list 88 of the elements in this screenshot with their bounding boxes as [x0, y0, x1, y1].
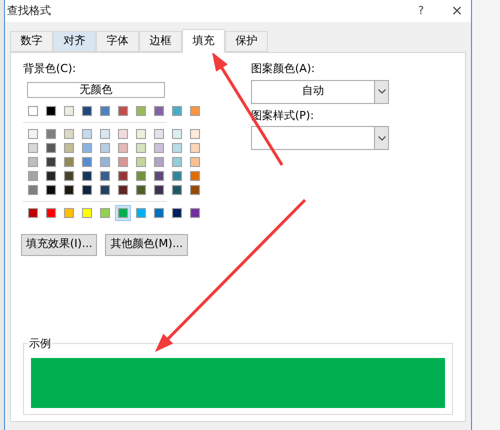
color-swatch[interactable]	[172, 142, 182, 152]
color-swatch[interactable]	[172, 128, 182, 138]
color-swatch[interactable]	[118, 128, 128, 138]
color-swatch[interactable]	[118, 142, 128, 152]
color-swatch[interactable]	[190, 184, 200, 194]
color-swatch[interactable]	[64, 128, 74, 138]
pattern-style-select[interactable]	[251, 126, 389, 150]
color-swatch[interactable]	[100, 184, 110, 194]
color-swatch[interactable]	[154, 128, 164, 138]
color-swatch[interactable]	[28, 208, 38, 218]
color-swatch[interactable]	[82, 142, 92, 152]
color-swatch[interactable]	[82, 184, 92, 194]
tab[interactable]: 字体	[96, 31, 139, 52]
color-swatch[interactable]	[172, 156, 182, 166]
color-swatch[interactable]	[64, 142, 74, 152]
tab[interactable]: 对齐	[53, 31, 96, 52]
chevron-down-icon	[378, 136, 386, 140]
color-swatch[interactable]	[154, 208, 164, 218]
color-swatch[interactable]	[172, 106, 182, 116]
color-swatch[interactable]	[190, 128, 200, 138]
color-swatch[interactable]	[46, 184, 56, 194]
close-button[interactable]: ×	[447, 0, 467, 22]
color-swatch[interactable]	[118, 156, 128, 166]
color-swatch[interactable]	[172, 208, 182, 218]
color-swatch[interactable]	[64, 106, 74, 116]
color-swatch[interactable]	[28, 128, 38, 138]
color-swatch[interactable]	[28, 156, 38, 166]
color-swatch[interactable]	[100, 142, 110, 152]
color-swatch[interactable]	[172, 170, 182, 180]
color-swatch[interactable]	[46, 142, 56, 152]
tab[interactable]: 保护	[225, 31, 268, 52]
help-button[interactable]: ?	[411, 2, 431, 20]
color-swatch[interactable]	[28, 142, 38, 152]
color-swatch[interactable]	[64, 184, 74, 194]
color-swatch[interactable]	[136, 170, 146, 180]
color-swatch[interactable]	[100, 128, 110, 138]
color-swatch[interactable]	[46, 156, 56, 166]
color-swatch[interactable]	[28, 184, 38, 194]
color-swatch[interactable]	[100, 156, 110, 166]
color-swatch[interactable]	[154, 106, 164, 116]
color-swatch[interactable]	[82, 170, 92, 180]
color-swatch[interactable]	[46, 128, 56, 138]
background-color-label: 背景色(C):	[23, 61, 77, 77]
pattern-color-select[interactable]: 自动	[251, 80, 389, 104]
pattern-color-label: 图案颜色(A):	[251, 61, 316, 77]
color-swatch[interactable]	[136, 142, 146, 152]
color-swatch[interactable]	[136, 184, 146, 194]
color-swatch[interactable]	[100, 106, 110, 116]
color-swatch[interactable]	[46, 170, 56, 180]
chevron-down-icon	[378, 89, 386, 94]
color-swatch[interactable]	[154, 170, 164, 180]
color-swatch[interactable]	[64, 170, 74, 180]
color-swatch[interactable]	[190, 156, 200, 166]
color-swatch[interactable]	[100, 170, 110, 180]
dialog-button[interactable]: 其他颜色(M)...	[105, 234, 188, 256]
color-swatch[interactable]	[190, 106, 200, 116]
color-swatch[interactable]	[82, 208, 92, 218]
color-swatch[interactable]	[46, 106, 56, 116]
color-swatch[interactable]	[118, 208, 128, 218]
color-swatch[interactable]	[154, 142, 164, 152]
no-color-button[interactable]: 无颜色	[27, 82, 165, 98]
color-swatch[interactable]	[64, 208, 74, 218]
tab[interactable]: 边框	[139, 31, 182, 52]
color-swatch[interactable]	[118, 184, 128, 194]
color-swatch[interactable]	[82, 106, 92, 116]
color-swatch[interactable]	[100, 208, 110, 218]
tab[interactable]: 数字	[10, 31, 53, 52]
color-swatch[interactable]	[118, 106, 128, 116]
color-swatch[interactable]	[172, 184, 182, 194]
color-swatch[interactable]	[64, 156, 74, 166]
color-swatch[interactable]	[82, 156, 92, 166]
color-swatch[interactable]	[154, 156, 164, 166]
color-swatch[interactable]	[118, 170, 128, 180]
color-swatch[interactable]	[82, 128, 92, 138]
window-title: 查找格式	[7, 2, 52, 19]
color-swatch[interactable]	[154, 184, 164, 194]
dialog-button[interactable]: 填充效果(I)...	[21, 234, 98, 256]
color-swatch[interactable]	[190, 142, 200, 152]
color-swatch[interactable]	[28, 106, 38, 116]
color-swatch[interactable]	[136, 106, 146, 116]
tab[interactable]: 填充	[182, 29, 225, 53]
color-swatch[interactable]	[190, 208, 200, 218]
color-swatch[interactable]	[136, 128, 146, 138]
color-swatch[interactable]	[136, 156, 146, 166]
color-swatch[interactable]	[46, 208, 56, 218]
color-swatch[interactable]	[136, 208, 146, 218]
color-swatch[interactable]	[28, 170, 38, 180]
color-swatch[interactable]	[190, 170, 200, 180]
